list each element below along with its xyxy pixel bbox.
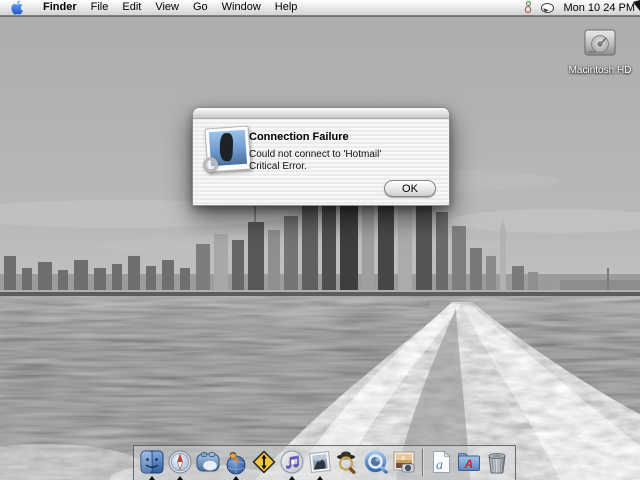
menu-view[interactable]: View bbox=[155, 0, 179, 15]
menu-edit[interactable]: Edit bbox=[122, 0, 141, 15]
hard-drive-icon bbox=[584, 29, 616, 56]
macintosh-hd-label: Macintosh HD bbox=[568, 65, 632, 76]
desktop-screen: Finder File Edit View Go Window Help Mon… bbox=[0, 0, 640, 480]
caution-sign-icon[interactable] bbox=[251, 449, 277, 476]
figure-eight-icon[interactable] bbox=[524, 1, 533, 14]
menu-help[interactable]: Help bbox=[275, 0, 298, 15]
cursor-fragment bbox=[633, 0, 640, 11]
macintosh-hd-icon[interactable]: Macintosh HD bbox=[568, 28, 632, 76]
dialog-message-line1: Could not connect to 'Hotmail' bbox=[249, 149, 382, 160]
photos-icon[interactable] bbox=[307, 449, 333, 480]
character-on-globe-icon[interactable] bbox=[223, 449, 249, 480]
menu-go[interactable]: Go bbox=[193, 0, 208, 15]
dock-divider bbox=[422, 449, 423, 476]
dialog-title: Connection Failure bbox=[249, 131, 349, 143]
svg-text:A: A bbox=[464, 457, 474, 471]
wallpaper-photo bbox=[0, 16, 640, 480]
menu-bar: Finder File Edit View Go Window Help Mon… bbox=[0, 0, 640, 16]
appleworks-document-icon[interactable]: a bbox=[428, 449, 454, 476]
dialog-message: Could not connect to 'Hotmail' Critical … bbox=[249, 149, 381, 173]
ok-button[interactable]: OK bbox=[384, 180, 436, 197]
sherlock-icon[interactable] bbox=[335, 449, 361, 476]
photo-loupe-app-icon bbox=[202, 125, 252, 173]
image-capture-icon[interactable] bbox=[391, 449, 417, 476]
connection-failure-dialog: Connection Failure Could not connect to … bbox=[192, 107, 450, 206]
quicktime-icon[interactable] bbox=[363, 449, 389, 476]
dock: a A bbox=[133, 445, 516, 480]
dialog-body: Connection Failure Could not connect to … bbox=[193, 119, 449, 206]
dialog-title-bar[interactable] bbox=[193, 108, 449, 119]
apple-menu-icon[interactable] bbox=[10, 0, 23, 15]
menu-window[interactable]: Window bbox=[222, 0, 261, 15]
itunes-icon[interactable] bbox=[279, 449, 305, 480]
menu-file[interactable]: File bbox=[91, 0, 109, 15]
menu-finder[interactable]: Finder bbox=[43, 0, 77, 15]
trash-icon[interactable] bbox=[484, 449, 510, 476]
svg-text:a: a bbox=[436, 458, 443, 473]
compass-browser-icon[interactable] bbox=[167, 449, 193, 480]
finder-icon[interactable] bbox=[139, 449, 165, 480]
speech-bubble-icon[interactable] bbox=[541, 2, 555, 13]
mail-icon[interactable] bbox=[195, 449, 221, 476]
dialog-message-line2: Critical Error. bbox=[249, 161, 307, 172]
applications-folder-icon[interactable]: A bbox=[456, 449, 482, 476]
menu-bar-clock[interactable]: Mon 10 24 PM bbox=[563, 2, 635, 14]
